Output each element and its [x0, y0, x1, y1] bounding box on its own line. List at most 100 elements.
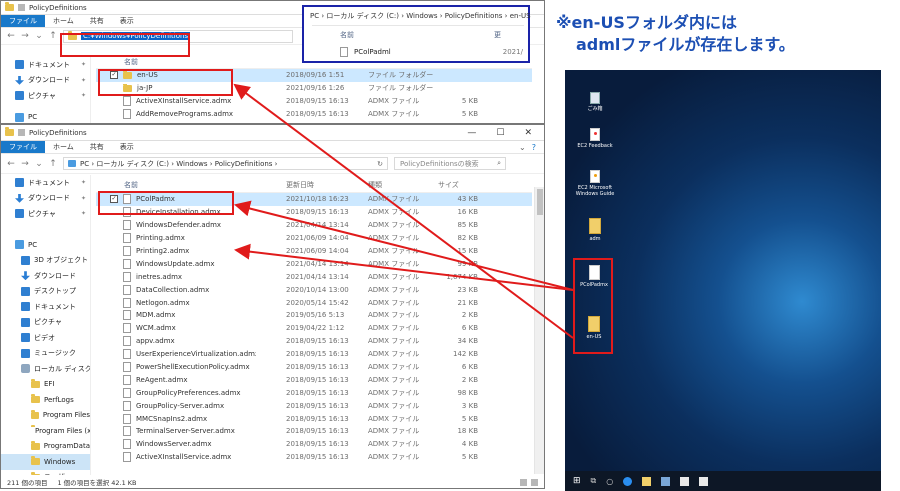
- file-row[interactable]: MMCSnapIns2.admx 2018/09/15 16:13 ADMX ファイ…: [96, 412, 532, 425]
- file-row[interactable]: AddRemovePrograms.admx 2018/09/15 16:13 …: [96, 108, 532, 121]
- tab-view[interactable]: 表示: [112, 15, 142, 27]
- search-icon[interactable]: ⌕: [497, 159, 505, 168]
- edge-icon[interactable]: [623, 476, 633, 486]
- nav-item[interactable]: Program Files (x: [1, 423, 90, 439]
- desktop-icon-recycle-bin[interactable]: ごみ箱: [575, 92, 615, 112]
- up-arrow-icon[interactable]: ↑: [49, 31, 57, 41]
- file-row[interactable]: ReAgent.admx 2018/09/15 16:13 ADMX ファイル 2 K…: [96, 373, 532, 386]
- file-row[interactable]: Printing2.admx 2021/06/09 14:04 ADMX ファイル 1…: [96, 245, 532, 258]
- tab-home[interactable]: ホーム: [45, 15, 82, 27]
- nav-item-pictures[interactable]: ピクチャ ✦: [1, 88, 90, 104]
- chevron-down-icon[interactable]: ⌄: [35, 31, 43, 41]
- nav-item[interactable]: ピクチャ: [1, 315, 90, 331]
- chevron-down-icon[interactable]: ⌄: [35, 159, 43, 169]
- desktop-icon-ec2-feedback[interactable]: EC2 Feedback: [575, 128, 615, 149]
- nav-item-label: ピクチャ: [34, 318, 62, 327]
- server-manager-icon[interactable]: [661, 476, 671, 486]
- close-icon[interactable]: ✕: [524, 128, 532, 138]
- nav-item[interactable]: ダウンロード: [1, 268, 90, 284]
- file-row[interactable]: MDM.admx 2019/05/16 5:13 ADMX ファイル 2 KB: [96, 309, 532, 322]
- file-row[interactable]: WCM.admx 2019/04/22 1:12 ADMX ファイル 6 KB: [96, 322, 532, 335]
- scrollbar-thumb[interactable]: [537, 189, 543, 215]
- column-type[interactable]: 種類: [368, 180, 438, 190]
- tab-file[interactable]: ファイル: [1, 141, 45, 153]
- nav-item[interactable]: ユーザー: [1, 470, 90, 475]
- popup-column-date[interactable]: 更: [494, 30, 501, 40]
- back-arrow-icon[interactable]: ←: [7, 31, 15, 41]
- minimize-icon[interactable]: —: [467, 128, 476, 138]
- nav-item-documents[interactable]: ドキュメント ✦: [1, 57, 90, 73]
- forward-arrow-icon[interactable]: →: [21, 31, 29, 41]
- nav-item[interactable]: ビデオ: [1, 330, 90, 346]
- maximize-icon[interactable]: ☐: [496, 128, 504, 138]
- back-arrow-icon[interactable]: ←: [7, 159, 15, 169]
- tab-share[interactable]: 共有: [82, 15, 112, 27]
- nav-item[interactable]: ドキュメント ✦: [1, 175, 90, 191]
- status-selection: 1 個の項目を選択 42.1 KB: [57, 479, 137, 487]
- large-icons-view-icon[interactable]: [531, 478, 538, 486]
- nav-item[interactable]: PC: [1, 237, 90, 253]
- nav-item-downloads[interactable]: ダウンロード ✦: [1, 73, 90, 89]
- file-row[interactable]: PowerShellExecutionPolicy.admx 2018/09/15…: [96, 361, 532, 374]
- nav-item[interactable]: Windows: [1, 454, 90, 470]
- nav-item[interactable]: ProgramData: [1, 439, 90, 455]
- desktop-icon-ec2-guide[interactable]: EC2 Microsoft Windows Guide: [575, 170, 615, 197]
- file-row[interactable]: Printing.admx 2021/06/09 14:04 ADMX ファイル 82…: [96, 232, 532, 245]
- nav-item[interactable]: Program Files: [1, 408, 90, 424]
- column-name[interactable]: 名前: [96, 180, 256, 190]
- help-icon[interactable]: ?: [532, 143, 536, 152]
- popup-file-row[interactable]: PColPadml 2021/: [340, 47, 523, 57]
- file-row[interactable]: TerminalServer-Server.admx 2018/09/15 16:…: [96, 425, 532, 438]
- column-date[interactable]: 更新日時: [286, 180, 368, 190]
- file-row[interactable]: WindowsUpdate.admx 2021/04/14 13:14 ADMX フ…: [96, 257, 532, 270]
- nav-item[interactable]: ローカル ディスク (C: [1, 361, 90, 377]
- tab-share[interactable]: 共有: [82, 141, 112, 153]
- nav-item-pc[interactable]: PC: [1, 110, 90, 124]
- nav-item[interactable]: EFI: [1, 377, 90, 393]
- nav-item[interactable]: ドキュメント: [1, 299, 90, 315]
- up-arrow-icon[interactable]: ↑: [49, 159, 57, 169]
- desktop-icon-adm[interactable]: adm: [575, 218, 615, 242]
- search-input[interactable]: PolicyDefinitionsの検索 ⌕: [394, 157, 506, 170]
- quick-access-toolbar-icon[interactable]: [18, 129, 25, 136]
- nav-item[interactable]: 3D オブジェクト: [1, 253, 90, 269]
- file-row[interactable]: Netlogon.admx 2020/05/14 15:42 ADMX ファイル 21…: [96, 296, 532, 309]
- file-row[interactable]: ActiveXInstallService.admx 2018/09/15 16:…: [96, 451, 532, 464]
- search-icon[interactable]: ○: [606, 477, 613, 486]
- quick-access-toolbar-icon[interactable]: [18, 4, 25, 11]
- breadcrumb[interactable]: PC › ローカル ディスク (C:) › Windows › PolicyDe…: [80, 159, 277, 169]
- nav-item[interactable]: ミュージック: [1, 346, 90, 362]
- file-row[interactable]: GroupPolicyPreferences.admx 2018/09/15 16…: [96, 386, 532, 399]
- forward-arrow-icon[interactable]: →: [21, 159, 29, 169]
- popup-column-name[interactable]: 名前: [340, 30, 354, 40]
- chevron-down-icon[interactable]: ⌄: [519, 143, 526, 152]
- file-row[interactable]: WindowsDefender.admx 2021/04/14 13:14 ADMX…: [96, 219, 532, 232]
- notepad-icon[interactable]: [699, 476, 709, 486]
- file-row[interactable]: WindowsServer.admx 2018/09/15 16:13 ADMX フ…: [96, 438, 532, 451]
- start-icon[interactable]: ⊞: [573, 476, 581, 486]
- file-row[interactable]: UserExperienceVirtualization.admx 2018/09…: [96, 348, 532, 361]
- file-explorer-icon[interactable]: [642, 476, 652, 486]
- column-size[interactable]: サイズ: [438, 180, 478, 190]
- nav-item[interactable]: ピクチャ ✦: [1, 206, 90, 222]
- vertical-scrollbar[interactable]: [534, 187, 544, 474]
- file-row[interactable]: inetres.admx 2021/04/14 13:14 ADMX ファイル 1,6…: [96, 270, 532, 283]
- column-name[interactable]: 名前: [96, 57, 256, 67]
- nav-item[interactable]: ダウンロード ✦: [1, 191, 90, 207]
- file-row[interactable]: ActiveXInstallService.admx 2018/09/15 16…: [96, 95, 532, 108]
- file-row[interactable]: GroupPolicy-Server.admx 2018/09/15 16:13 A…: [96, 399, 532, 412]
- nav-item[interactable]: デスクトップ: [1, 284, 90, 300]
- task-view-icon[interactable]: ⧉: [591, 476, 597, 486]
- tab-file[interactable]: ファイル: [1, 15, 45, 27]
- tab-home[interactable]: ホーム: [45, 141, 82, 153]
- nav-item[interactable]: PerfLogs: [1, 392, 90, 408]
- file-row[interactable]: DataCollection.admx 2020/10/14 13:00 ADMX …: [96, 283, 532, 296]
- file-row[interactable]: appv.admx 2018/09/15 16:13 ADMX ファイル 34 KB: [96, 335, 532, 348]
- refresh-icon[interactable]: ↻: [377, 160, 387, 168]
- tab-view[interactable]: 表示: [112, 141, 142, 153]
- notepad-icon[interactable]: [680, 476, 690, 486]
- window-title: PolicyDefinitions: [29, 3, 87, 12]
- popup-breadcrumb[interactable]: PC › ローカル ディスク (C:) › Windows › PolicyDe…: [304, 7, 531, 21]
- details-view-icon[interactable]: [520, 478, 527, 486]
- address-bar[interactable]: PC › ローカル ディスク (C:) › Windows › PolicyDe…: [63, 157, 388, 170]
